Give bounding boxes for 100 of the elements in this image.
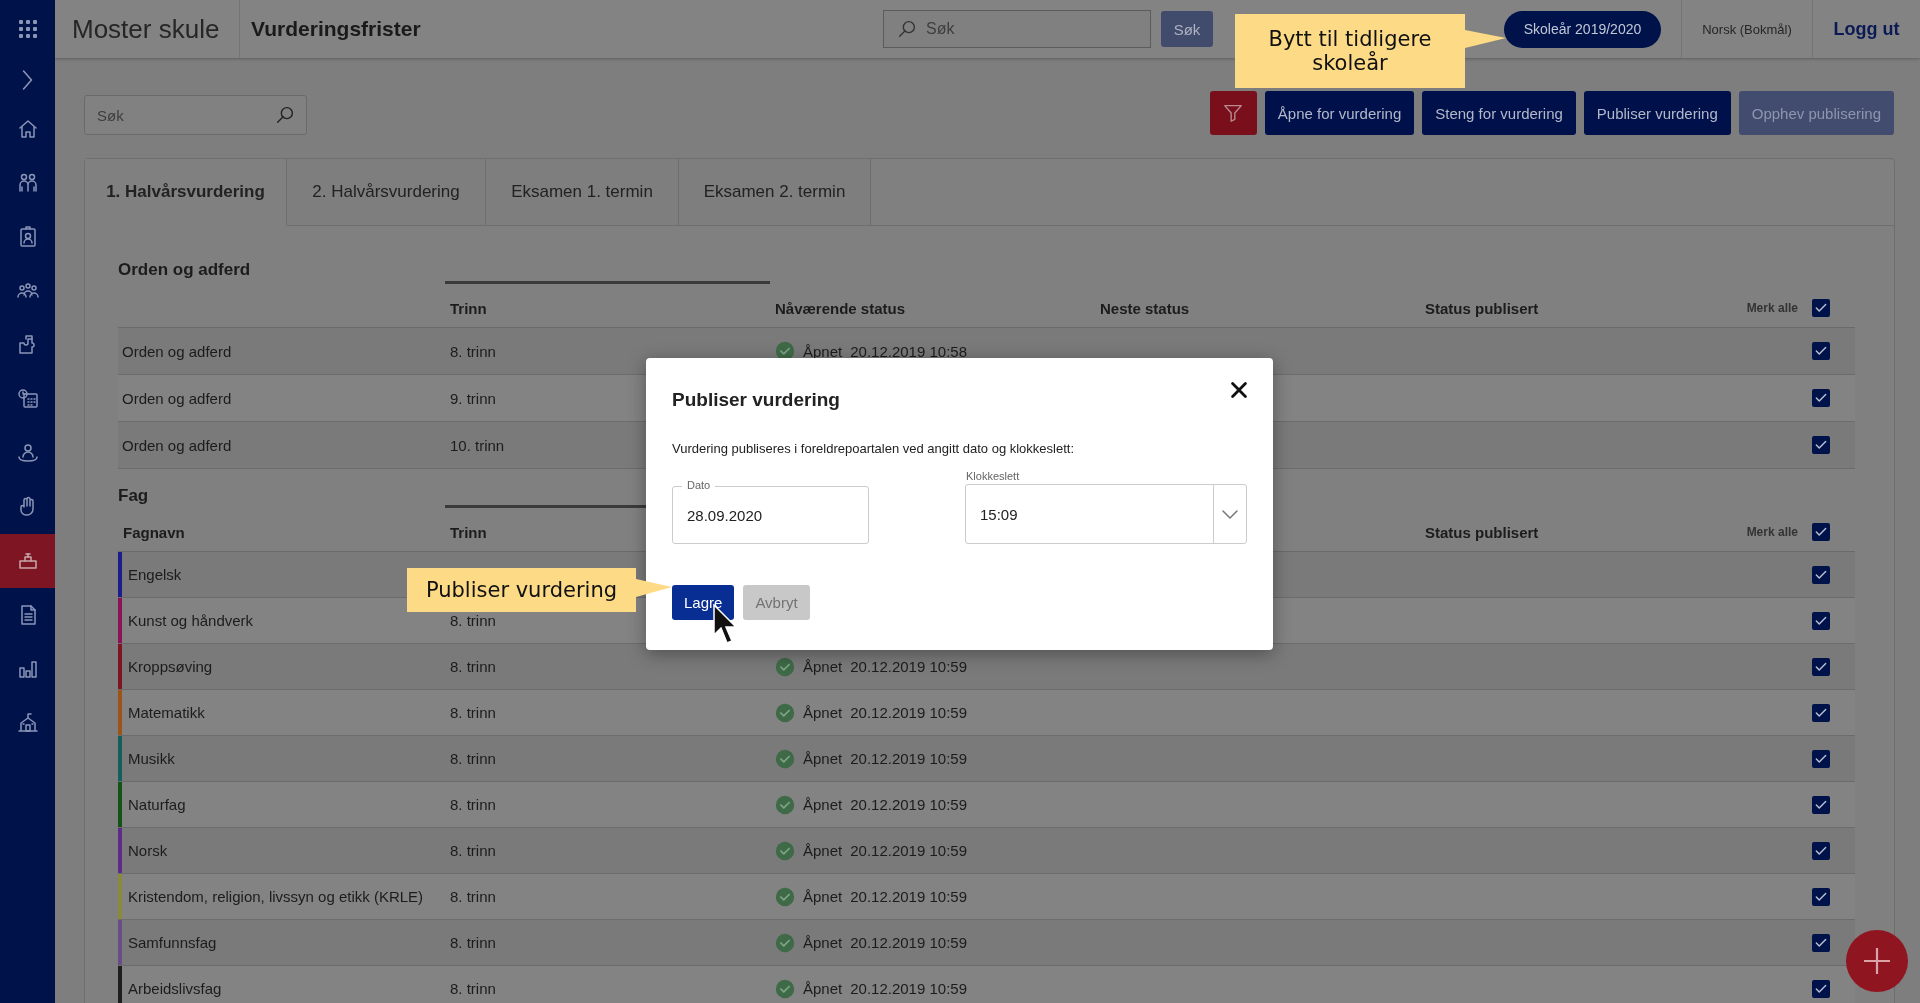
row-checkbox[interactable] xyxy=(1812,342,1830,360)
row-checkbox[interactable] xyxy=(1812,703,1830,722)
chevron-down-icon xyxy=(1222,509,1238,519)
table-cell: Naturfag xyxy=(128,796,186,813)
dialog-description: Vurdering publiseres i foreldrepoartalen ved angitt dato og klokkeslett: xyxy=(672,441,1076,456)
table-cell: Norsk xyxy=(128,842,168,859)
person-icon xyxy=(15,441,40,465)
select-all-label: Merk alle xyxy=(1746,300,1798,317)
checkmark-icon xyxy=(1814,344,1828,358)
table-cell: Samfunnsfag xyxy=(128,934,217,951)
select-all-checkbox[interactable] xyxy=(1812,299,1830,317)
filter-icon xyxy=(1222,102,1245,124)
row-checkbox[interactable] xyxy=(1812,565,1830,584)
school-name: Moster skule xyxy=(55,0,240,58)
column-header[interactable]: Trinn xyxy=(445,524,487,541)
section-title: Orden og adferd xyxy=(118,259,251,281)
app-grid-icon[interactable] xyxy=(18,20,37,38)
school-year-button[interactable]: Skoleår 2019/2020 xyxy=(1504,10,1661,48)
filter-button[interactable] xyxy=(1209,91,1257,135)
column-header[interactable]: Status publisert xyxy=(1420,524,1539,541)
table-cell: Orden og adferd xyxy=(122,389,232,407)
row-checkbox[interactable] xyxy=(1812,389,1830,407)
checkmark-icon xyxy=(1814,525,1828,539)
search-button[interactable]: Søk xyxy=(1161,11,1213,47)
plus-icon xyxy=(1864,948,1890,974)
status-time: 20.12.2019 10:59 xyxy=(850,796,967,813)
select-all-checkbox[interactable] xyxy=(1812,523,1830,541)
status-time: 20.12.2019 10:58 xyxy=(850,342,967,360)
status-time: 20.12.2019 10:59 xyxy=(850,934,967,951)
table-cell: 9. trinn xyxy=(450,389,496,407)
status-label: Åpnet xyxy=(803,842,843,859)
check-circle-icon xyxy=(775,748,795,769)
chevron-right-icon xyxy=(22,70,33,90)
table-cell: Engelsk xyxy=(128,566,182,583)
select-all-label: Merk alle xyxy=(1746,524,1798,541)
time-dropdown[interactable]: 15:09 xyxy=(965,484,1247,544)
school-icon xyxy=(15,711,40,735)
check-circle-icon xyxy=(775,978,795,999)
action-button[interactable]: Steng for vurdering xyxy=(1422,91,1576,135)
table-cell: 8. trinn xyxy=(450,342,496,360)
sidebar-item[interactable] xyxy=(0,534,55,588)
table-cell: Kunst og håndverk xyxy=(128,612,254,629)
table-cell: Matematikk xyxy=(128,704,205,721)
table-cell: 8. trinn xyxy=(450,796,496,813)
status-label: Åpnet xyxy=(803,342,843,360)
table-cell: 8. trinn xyxy=(450,612,496,629)
calendar-icon xyxy=(15,387,40,411)
action-button[interactable]: Publiser vurdering xyxy=(1583,91,1731,135)
status-label: Åpnet xyxy=(803,750,843,767)
checkmark-icon xyxy=(1814,301,1828,315)
checkmark-icon xyxy=(1814,391,1828,405)
column-header[interactable]: Nåværende status xyxy=(770,300,906,317)
table-cell: Kristendom, religion, livssyn og etikk (KRLE) xyxy=(128,888,424,905)
row-checkbox[interactable] xyxy=(1812,979,1830,998)
check-circle-icon xyxy=(775,840,795,861)
table-cell: 8. trinn xyxy=(450,934,496,951)
row-checkbox[interactable] xyxy=(1812,749,1830,768)
search-icon xyxy=(274,104,296,126)
save-button[interactable]: Lagre xyxy=(672,585,735,620)
table-cell: 8. trinn xyxy=(450,980,496,997)
status-label: Åpnet xyxy=(803,888,843,905)
table-cell: 8. trinn xyxy=(450,704,496,721)
table-cell: 10. trinn xyxy=(450,436,505,454)
table-cell: Orden og adferd xyxy=(122,436,232,454)
status-label: Åpnet xyxy=(803,796,843,813)
column-header[interactable]: Status publisert xyxy=(1420,300,1539,317)
tab[interactable]: 1. Halvårsvurdering xyxy=(85,159,287,226)
cancel-button[interactable]: Avbryt xyxy=(743,585,810,620)
field-label: Klokkeslett xyxy=(965,470,1020,482)
row-checkbox[interactable] xyxy=(1812,611,1830,630)
status-label: Åpnet xyxy=(803,934,843,951)
column-header[interactable]: Neste status xyxy=(1095,300,1190,317)
close-icon xyxy=(1231,382,1247,398)
status-time: 20.12.2019 10:59 xyxy=(850,888,967,905)
action-button[interactable]: Åpne for vurdering xyxy=(1264,91,1415,135)
page-title: Vurderingsfrister xyxy=(250,16,422,42)
table-cell: 8. trinn xyxy=(450,842,496,859)
row-checkbox[interactable] xyxy=(1812,436,1830,454)
status-time: 20.12.2019 10:59 xyxy=(850,704,967,721)
table-cell: 8. trinn xyxy=(450,888,496,905)
logout-link[interactable]: Logg ut xyxy=(1813,0,1920,58)
dialog-title: Publiser vurdering xyxy=(672,388,840,411)
check-circle-icon xyxy=(775,702,795,723)
row-checkbox[interactable] xyxy=(1812,933,1830,952)
status-label: Åpnet xyxy=(803,704,843,721)
row-checkbox[interactable] xyxy=(1812,795,1830,814)
language-selector[interactable]: Norsk (Bokmål) xyxy=(1681,0,1813,58)
row-checkbox[interactable] xyxy=(1812,657,1830,676)
table-cell: Arbeidslivsfag xyxy=(128,980,222,997)
row-checkbox[interactable] xyxy=(1812,841,1830,860)
table-cell: Musikk xyxy=(128,750,175,767)
column-header[interactable]: Fagnavn xyxy=(118,524,185,541)
status-time: 20.12.2019 10:59 xyxy=(850,658,967,675)
section-title: Fag xyxy=(118,485,149,507)
table-cell: Kroppsøving xyxy=(128,658,213,675)
checkmark-icon xyxy=(1814,438,1828,452)
column-header[interactable]: Trinn xyxy=(445,300,487,317)
status-label: Åpnet xyxy=(803,658,843,675)
row-checkbox[interactable] xyxy=(1812,887,1830,906)
status-time: 20.12.2019 10:59 xyxy=(850,980,967,997)
